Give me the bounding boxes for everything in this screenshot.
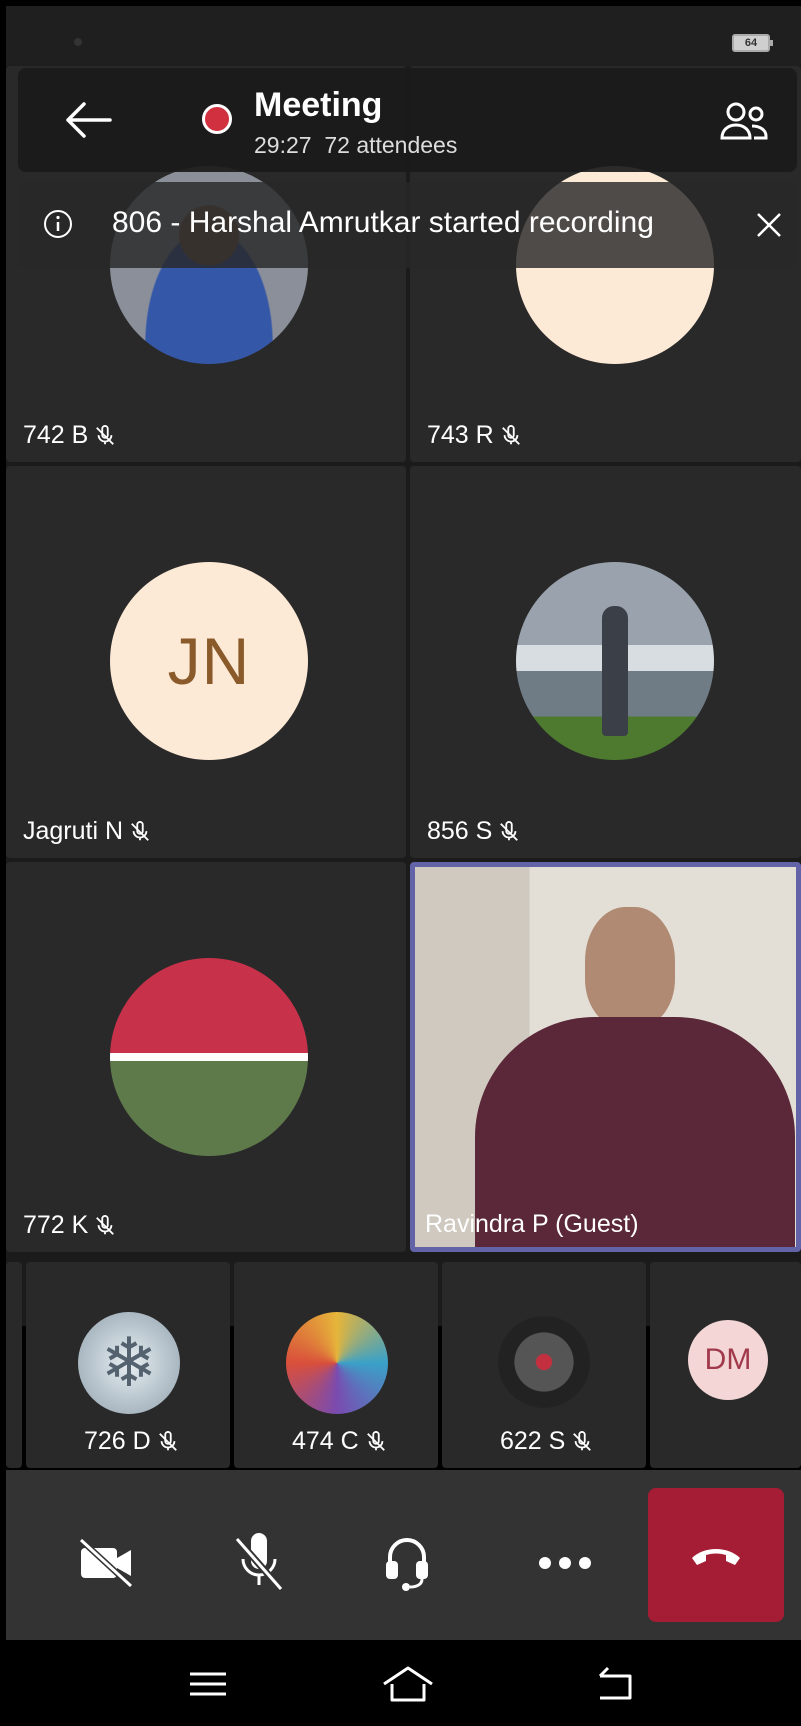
- mic-off-icon: [234, 1533, 284, 1592]
- recording-notification-banner: 806 - Harshal Amrutkar started recording: [18, 182, 797, 268]
- participant-video-ravindra[interactable]: Ravindra P (Guest): [410, 862, 801, 1252]
- call-controls-bar: [6, 1470, 801, 1640]
- snowflake-icon: ❄: [100, 1325, 158, 1401]
- strip-tile-726d[interactable]: ❄ 726 D: [26, 1262, 230, 1468]
- status-bar: 64: [6, 6, 801, 66]
- mic-muted-icon: [131, 820, 149, 841]
- participant-tile-jagruti[interactable]: JN Jagruti N: [6, 466, 406, 858]
- mic-muted-icon: [500, 820, 519, 841]
- participant-tile-856s[interactable]: 856 S: [410, 466, 801, 858]
- mic-toggle-button[interactable]: [224, 1528, 294, 1598]
- hangup-icon: [692, 1549, 740, 1565]
- participant-name: Jagruti N: [23, 817, 124, 845]
- participant-name: 772 K: [23, 1211, 89, 1239]
- more-options-button[interactable]: [530, 1528, 600, 1598]
- participant-avatar: [286, 1312, 388, 1414]
- person-silhouette: [602, 606, 628, 736]
- meeting-elapsed-time: 29:27: [254, 132, 312, 158]
- mic-muted-icon: [96, 424, 115, 445]
- participant-name: 622 S: [500, 1427, 566, 1455]
- speaker-head: [585, 907, 675, 1027]
- participant-name: 474 C: [292, 1427, 359, 1455]
- mic-muted-icon: [366, 1430, 385, 1451]
- people-icon[interactable]: [718, 98, 774, 146]
- participant-name: 726 D: [84, 1427, 151, 1455]
- participant-initials-avatar: DM: [688, 1320, 768, 1400]
- strip-tile-dm[interactable]: DM: [650, 1262, 801, 1468]
- participant-avatar: [110, 958, 308, 1156]
- back-icon[interactable]: [588, 1660, 648, 1708]
- participant-avatar: [516, 562, 714, 760]
- camera-off-icon: [78, 1537, 134, 1589]
- meeting-header: Meeting 29:27 72 attendees: [18, 68, 797, 172]
- attendee-count: 72 attendees: [324, 132, 458, 158]
- mic-muted-icon: [158, 1430, 177, 1451]
- strip-edge-tile: [6, 1262, 22, 1468]
- participant-avatar: [498, 1316, 590, 1408]
- strip-tile-622s[interactable]: 622 S: [442, 1262, 646, 1468]
- mic-muted-icon: [573, 1430, 592, 1451]
- participant-name: 743 R: [427, 421, 494, 449]
- participant-name: 742 B: [23, 421, 89, 449]
- camera-dot: [74, 38, 82, 46]
- meeting-title: Meeting: [254, 86, 383, 124]
- close-icon[interactable]: [754, 210, 784, 240]
- strip-tile-474c[interactable]: 474 C: [234, 1262, 438, 1468]
- participant-initials-avatar: JN: [110, 562, 308, 760]
- leave-call-button[interactable]: [648, 1488, 784, 1622]
- battery-indicator: 64: [732, 34, 773, 52]
- participant-name: Ravindra P (Guest): [425, 1210, 639, 1238]
- camera-toggle-button[interactable]: [72, 1528, 142, 1598]
- participant-name: 856 S: [427, 817, 493, 845]
- mic-muted-icon: [501, 424, 520, 445]
- banner-message: 806 - Harshal Amrutkar started recording: [112, 206, 654, 239]
- audio-device-button[interactable]: [372, 1528, 442, 1598]
- home-icon[interactable]: [378, 1660, 438, 1708]
- menu-icon[interactable]: [178, 1660, 238, 1708]
- participant-tile-772k[interactable]: 772 K: [6, 862, 406, 1252]
- back-arrow-icon[interactable]: [58, 96, 118, 144]
- mic-muted-icon: [96, 1214, 115, 1235]
- headset-icon: [386, 1538, 428, 1591]
- info-icon: [44, 210, 72, 238]
- recording-indicator-icon: [202, 104, 232, 134]
- participant-avatar: ❄: [78, 1312, 180, 1414]
- more-icon: [539, 1557, 591, 1569]
- meeting-subtitle: 29:27 72 attendees: [254, 132, 457, 159]
- system-nav-bar: [0, 1640, 801, 1726]
